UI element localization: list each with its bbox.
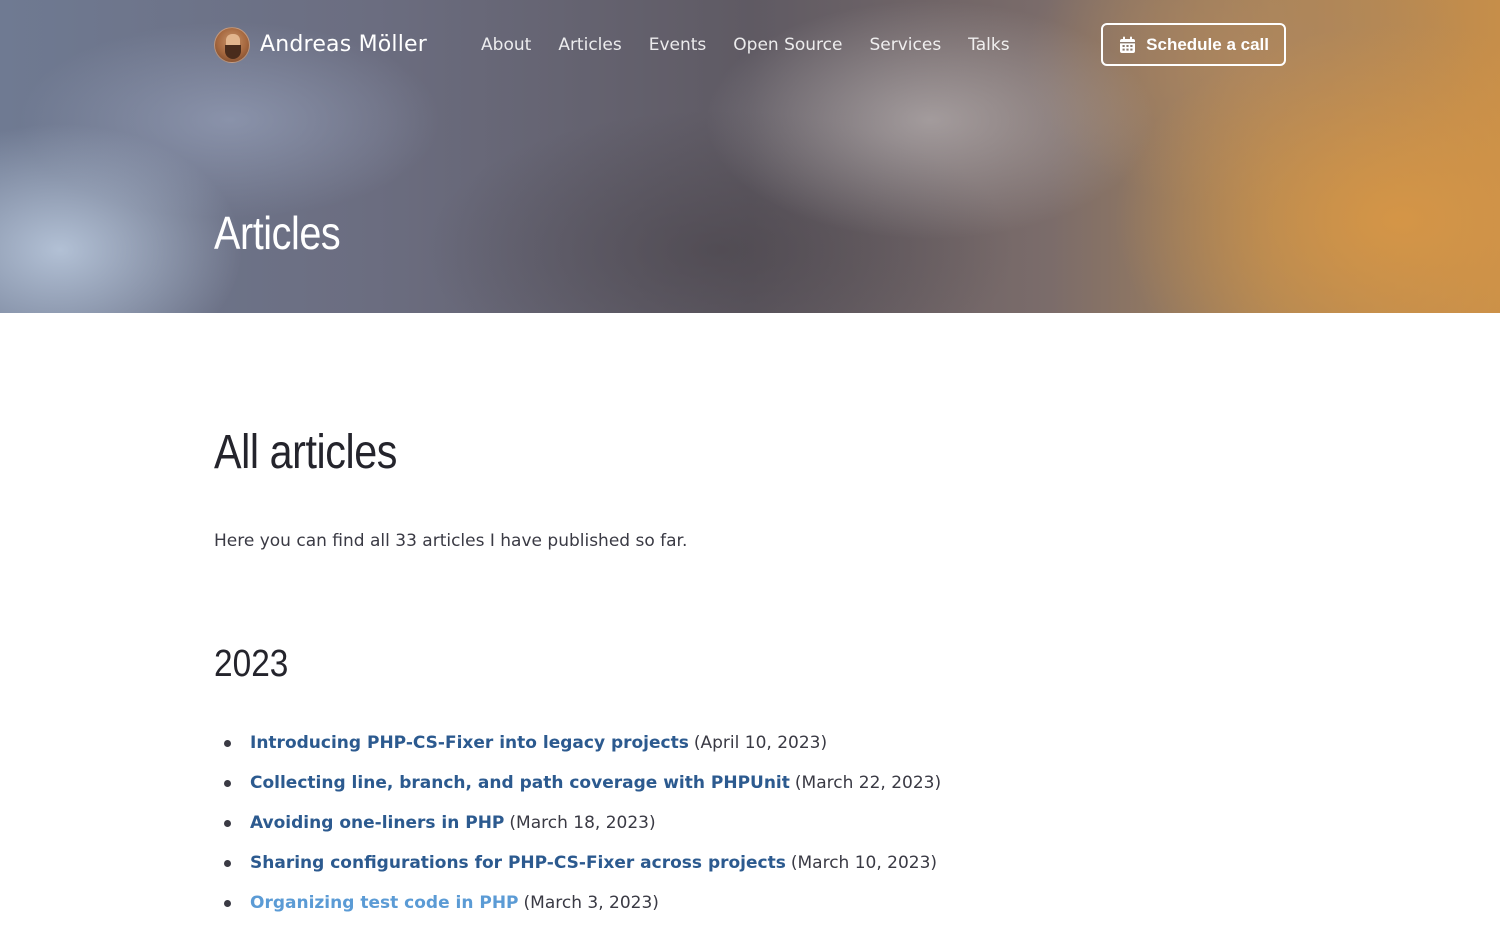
intro-text: Here you can find all 33 articles I have… (214, 531, 688, 551)
article-date: (March 10, 2023) (790, 853, 938, 873)
article-list: Introducing PHP-CS-Fixer into legacy pro… (214, 733, 941, 933)
calendar-icon (1119, 36, 1136, 54)
main-menu: About Articles Events Open Source Servic… (481, 35, 1037, 55)
article-date: (March 22, 2023) (794, 773, 942, 793)
brand-name: Andreas Möller (260, 32, 428, 57)
list-item: Organizing test code in PHP (March 3, 202… (214, 893, 941, 933)
bullet-icon (224, 780, 231, 787)
nav-about[interactable]: About (481, 35, 531, 55)
avatar (214, 26, 250, 63)
list-item: Introducing PHP-CS-Fixer into legacy pro… (214, 733, 941, 773)
article-link[interactable]: Sharing configurations for PHP-CS-Fixer … (250, 853, 786, 873)
bullet-icon (224, 740, 231, 747)
schedule-call-label: Schedule a call (1146, 34, 1269, 54)
top-navigation: Andreas Möller About Articles Events Ope… (214, 23, 1286, 66)
nav-articles[interactable]: Articles (558, 35, 621, 55)
bullet-icon (224, 860, 231, 867)
article-date: (April 10, 2023) (693, 733, 828, 753)
bullet-icon (224, 900, 231, 907)
hero-header: Andreas Möller About Articles Events Ope… (0, 0, 1500, 313)
article-date: (March 18, 2023) (509, 813, 656, 833)
article-date: (March 3, 2023) (523, 893, 659, 913)
list-item: Avoiding one-liners in PHP (March 18, 202… (214, 813, 941, 853)
bullet-icon (224, 820, 231, 827)
schedule-call-button[interactable]: Schedule a call (1101, 23, 1286, 66)
hero-title: Articles (214, 207, 341, 259)
article-link-hovered[interactable]: Organizing test code in PHP (250, 893, 519, 913)
year-heading: 2023 (214, 643, 289, 685)
article-link[interactable]: Collecting line, branch, and path covera… (250, 773, 790, 793)
brand-home-link[interactable]: Andreas Möller (214, 26, 428, 63)
article-link[interactable]: Introducing PHP-CS-Fixer into legacy pro… (250, 733, 689, 753)
page-title: All articles (214, 426, 397, 479)
list-item: Sharing configurations for PHP-CS-Fixer … (214, 853, 941, 893)
article-link[interactable]: Avoiding one-liners in PHP (250, 813, 504, 833)
nav-services[interactable]: Services (869, 35, 941, 55)
nav-talks[interactable]: Talks (968, 35, 1009, 55)
nav-events[interactable]: Events (649, 35, 707, 55)
nav-open-source[interactable]: Open Source (733, 35, 842, 55)
list-item: Collecting line, branch, and path covera… (214, 773, 941, 813)
